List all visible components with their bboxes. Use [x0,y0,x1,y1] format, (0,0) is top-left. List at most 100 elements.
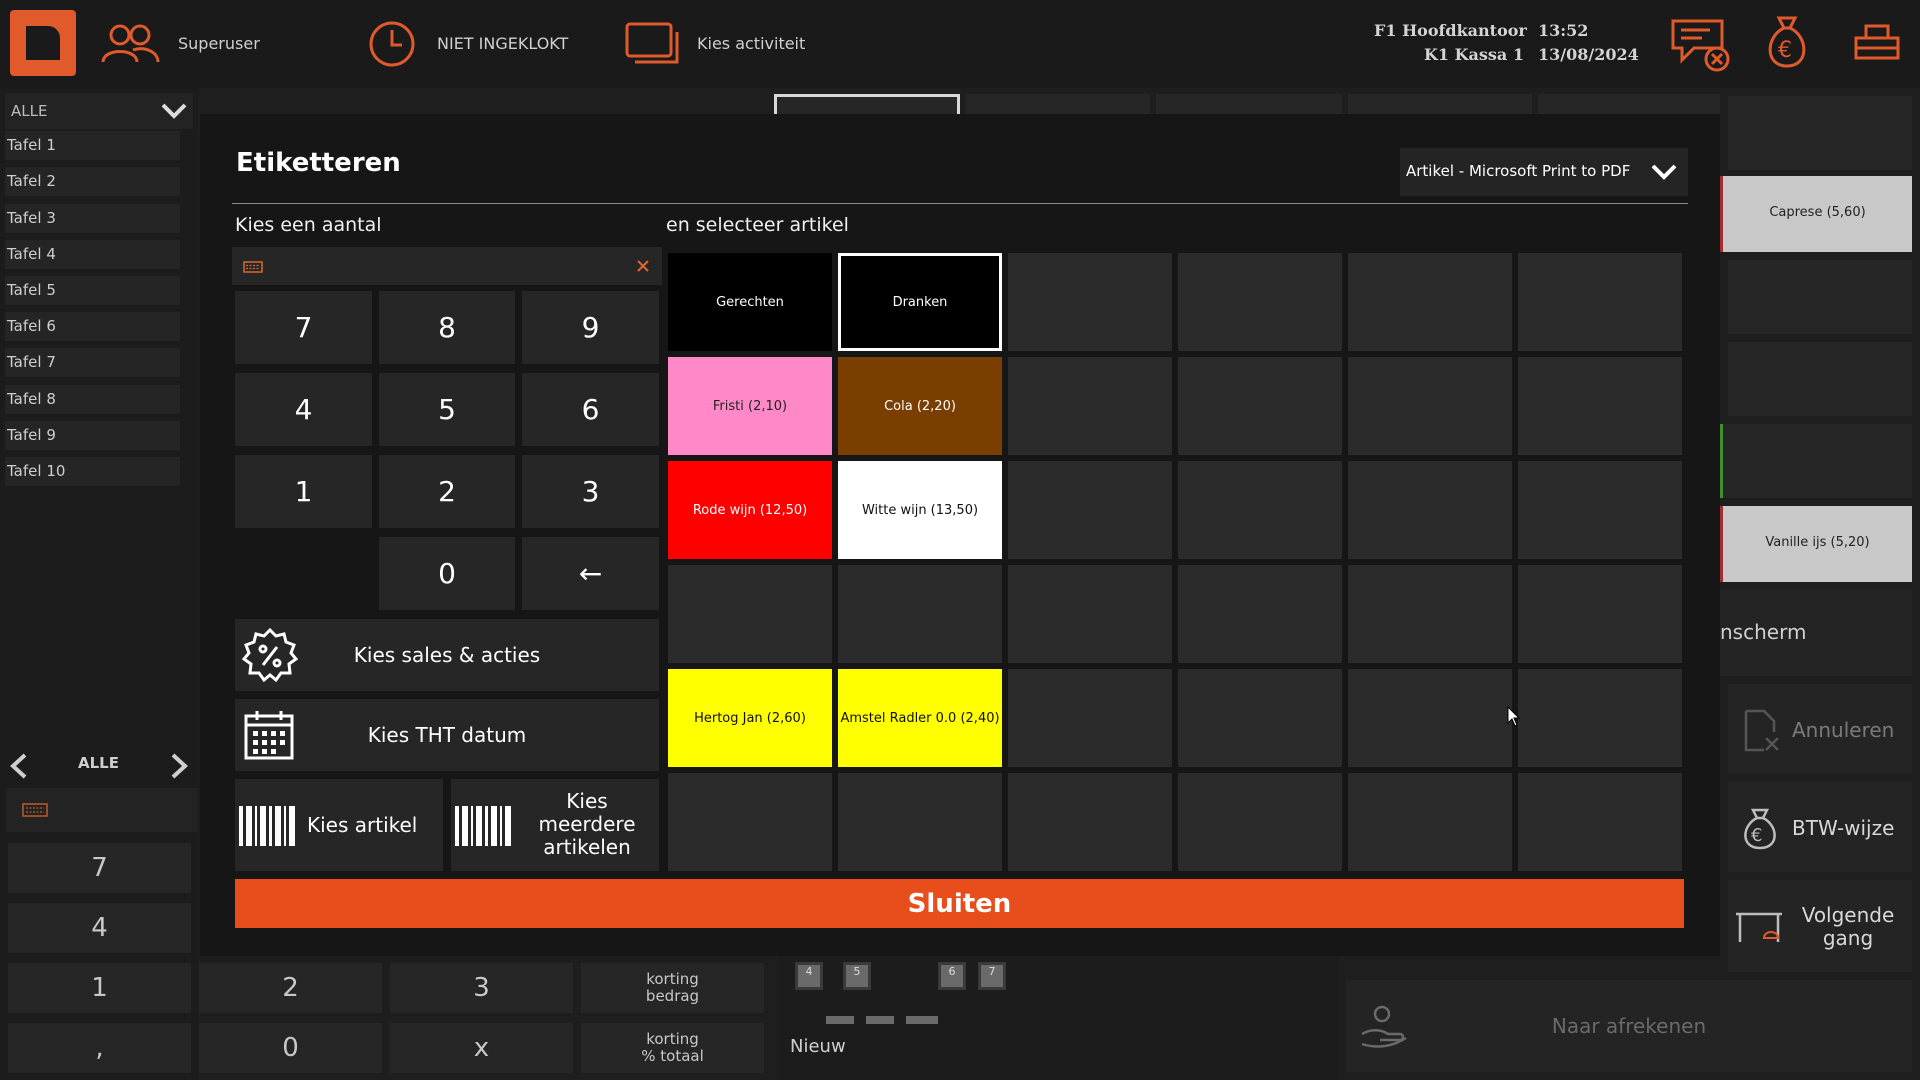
table-item[interactable]: Tafel 10 [5,457,180,486]
users-icon[interactable] [100,22,162,64]
article-tile[interactable]: Gerechten [668,253,832,351]
key-2[interactable]: 2 [379,455,515,528]
clear-icon[interactable] [636,259,650,273]
empty-article-tile[interactable] [1008,773,1172,871]
money-bag-icon[interactable]: € [1762,14,1812,70]
article-tile[interactable]: Cola (2,20) [838,357,1002,455]
order-item-vanille[interactable]: Vanille ijs (5,20) [1720,506,1912,582]
empty-article-tile[interactable] [668,773,832,871]
key-4[interactable]: 4 [235,373,372,446]
chevron-left-icon[interactable] [8,752,30,780]
table-map-tile[interactable]: 4 [795,962,823,990]
empty-article-tile[interactable] [1348,773,1512,871]
empty-article-tile[interactable] [1348,669,1512,767]
clock-status[interactable]: NIET INGEKLOKT [437,34,568,53]
article-tile[interactable]: Amstel Radler 0.0 (2,40) [838,669,1002,767]
table-item[interactable]: Tafel 9 [5,421,180,450]
next-course-button[interactable]: Volgende gang [1728,880,1912,972]
split-screen-button[interactable]: nscherm [1720,590,1912,676]
empty-article-tile[interactable] [1348,357,1512,455]
key-9[interactable]: 9 [522,291,659,364]
bg-key-comma[interactable]: , [8,1023,191,1073]
article-tile[interactable]: Hertog Jan (2,60) [668,669,832,767]
table-item[interactable]: Tafel 2 [5,167,180,196]
empty-article-tile[interactable] [838,773,1002,871]
empty-article-tile[interactable] [1518,357,1682,455]
table-item[interactable]: Tafel 8 [5,385,180,414]
table-map-tile[interactable] [906,1016,938,1024]
order-item-caprese[interactable]: Caprese (5,60) [1720,176,1912,252]
table-item[interactable]: Tafel 5 [5,276,180,305]
key-3[interactable]: 3 [522,455,659,528]
table-map-tile[interactable]: 7 [978,962,1006,990]
key-6[interactable]: 6 [522,373,659,446]
bg-key-1[interactable]: 1 [8,963,191,1013]
table-item[interactable]: Tafel 7 [5,348,180,377]
checkout-button[interactable]: Naar afrekenen [1346,980,1912,1072]
message-cancel-icon[interactable] [1670,18,1732,74]
empty-article-tile[interactable] [1008,461,1172,559]
activity-icon[interactable] [625,20,681,66]
activity-label[interactable]: Kies activiteit [697,34,805,53]
table-item[interactable]: Tafel 1 [5,131,180,160]
empty-article-tile[interactable] [668,565,832,663]
bg-discount-percent-button[interactable]: korting % totaal [581,1023,764,1073]
key-1[interactable]: 1 [235,455,372,528]
empty-article-tile[interactable] [1178,461,1342,559]
table-map-tile[interactable]: 5 [843,962,871,990]
backspace-key[interactable]: ← [522,537,659,610]
app-logo[interactable] [10,10,76,76]
key-0[interactable]: 0 [379,537,515,610]
empty-article-tile[interactable] [1008,357,1172,455]
quantity-input[interactable] [232,247,662,285]
empty-article-tile[interactable] [1348,565,1512,663]
empty-article-tile[interactable] [1348,461,1512,559]
choose-sales-button[interactable]: Kies sales & acties [235,619,659,691]
empty-article-tile[interactable] [1008,669,1172,767]
empty-article-tile[interactable] [1348,253,1512,351]
choose-multiple-articles-button[interactable]: Kies meerdere artikelen [451,779,659,871]
bg-key-3[interactable]: 3 [390,963,573,1013]
new-table-button[interactable]: Nieuw [790,1036,846,1057]
close-button[interactable]: Sluiten [235,879,1684,928]
bg-key-7[interactable]: 7 [8,843,191,893]
table-map-tile[interactable]: 6 [938,962,966,990]
register-icon[interactable] [1852,20,1902,64]
table-item[interactable]: Tafel 6 [5,312,180,341]
user-name[interactable]: Superuser [178,34,260,53]
empty-article-tile[interactable] [1518,565,1682,663]
empty-article-tile[interactable] [838,565,1002,663]
clock-icon[interactable] [368,20,416,68]
article-tile[interactable]: Rode wijn (12,50) [668,461,832,559]
table-map-tile[interactable] [826,1016,854,1024]
bg-key-0[interactable]: 0 [199,1023,382,1073]
empty-article-tile[interactable] [1178,669,1342,767]
empty-article-tile[interactable] [1178,565,1342,663]
empty-article-tile[interactable] [1178,773,1342,871]
cancel-order-button[interactable]: Annuleren [1728,684,1912,774]
table-filter-select[interactable]: ALLE [5,93,193,129]
choose-article-button[interactable]: Kies artikel [235,779,443,871]
chevron-right-icon[interactable] [168,752,190,780]
key-5[interactable]: 5 [379,373,515,446]
article-tile[interactable]: Fristi (2,10) [668,357,832,455]
empty-article-tile[interactable] [1518,669,1682,767]
bg-key-2[interactable]: 2 [199,963,382,1013]
article-tile[interactable]: Dranken [838,253,1002,351]
choose-tht-button[interactable]: Kies THT datum [235,699,659,771]
table-item[interactable]: Tafel 3 [5,204,180,233]
empty-article-tile[interactable] [1178,253,1342,351]
key-7[interactable]: 7 [235,291,372,364]
bg-discount-amount-button[interactable]: korting bedrag [581,963,764,1013]
bg-input-field[interactable] [6,788,198,832]
empty-article-tile[interactable] [1518,253,1682,351]
empty-article-tile[interactable] [1008,253,1172,351]
printer-select[interactable]: Artikel - Microsoft Print to PDF [1400,148,1688,196]
bg-key-4[interactable]: 4 [8,903,191,953]
empty-article-tile[interactable] [1518,773,1682,871]
vat-mode-button[interactable]: € BTW-wijze [1728,782,1912,872]
table-item[interactable]: Tafel 4 [5,240,180,269]
key-8[interactable]: 8 [379,291,515,364]
empty-article-tile[interactable] [1008,565,1172,663]
empty-article-tile[interactable] [1518,461,1682,559]
